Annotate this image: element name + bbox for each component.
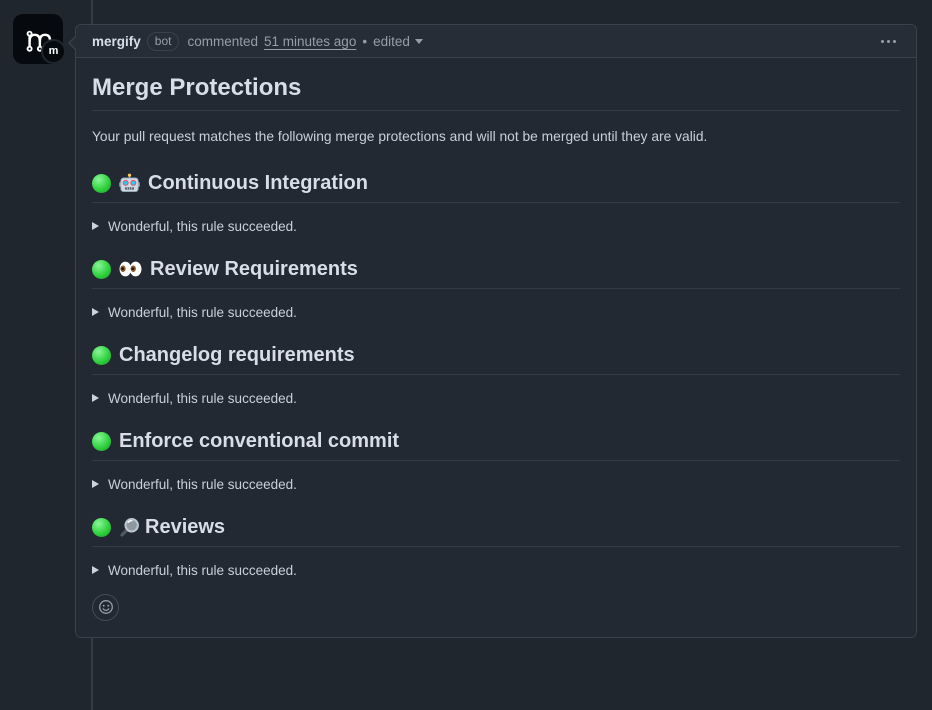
rule-details: Wonderful, this rule succeeded. [92,219,900,234]
page-title: Merge Protections [92,74,900,111]
rule-heading: Review Requirements [92,258,900,289]
rule-details: Wonderful, this rule succeeded. [92,391,900,406]
rule-details-summary[interactable]: Wonderful, this rule succeeded. [92,391,297,406]
rule-title: Enforce conventional commit [119,430,399,453]
kebab-menu-button[interactable] [877,34,900,49]
timestamp-link[interactable]: 51 minutes ago [264,34,356,49]
reactions-bar [92,594,900,621]
rule-title: Reviews [145,516,225,539]
rule-details-summary[interactable]: Wonderful, this rule succeeded. [92,477,297,492]
rule-section-reviews: Reviews Wonderful, this rule succeeded. [92,516,900,578]
bot-badge-avatar[interactable]: m [41,39,66,64]
rule-details: Wonderful, this rule succeeded. [92,477,900,492]
rule-summary-text: Wonderful, this rule succeeded. [108,219,297,234]
collapsed-triangle-icon [92,480,99,488]
rule-details: Wonderful, this rule succeeded. [92,305,900,320]
rule-heading: Continuous Integration [92,172,900,203]
rule-section-changelog-requirements: Changelog requirements Wonderful, this r… [92,344,900,406]
rule-details-summary[interactable]: Wonderful, this rule succeeded. [92,305,297,320]
magnifying-glass-emoji [119,517,140,538]
eyes-emoji [119,261,142,277]
smiley-icon [98,599,114,615]
collapsed-triangle-icon [92,566,99,574]
rule-heading: Reviews [92,516,900,547]
rule-details-summary[interactable]: Wonderful, this rule succeeded. [92,219,297,234]
bot-badge-letter: m [49,46,59,57]
rule-summary-text: Wonderful, this rule succeeded. [108,391,297,406]
rule-heading: Changelog requirements [92,344,900,375]
robot-emoji [119,173,140,194]
rule-title: Review Requirements [150,258,358,281]
intro-text: Your pull request matches the following … [92,127,900,148]
rule-details-summary[interactable]: Wonderful, this rule succeeded. [92,563,297,578]
rule-summary-text: Wonderful, this rule succeeded. [108,477,297,492]
dot-separator: • [362,34,367,49]
rule-title: Changelog requirements [119,344,355,367]
chevron-down-icon [415,39,423,44]
comment-body: Merge Protections Your pull request matc… [76,58,916,637]
rule-details: Wonderful, this rule succeeded. [92,563,900,578]
comment-card: mergify bot commented 51 minutes ago • e… [75,24,917,638]
rule-summary-text: Wonderful, this rule succeeded. [108,305,297,320]
rule-section-continuous-integration: Continuous Integration Wonderful, this r… [92,172,900,234]
rule-summary-text: Wonderful, this rule succeeded. [108,563,297,578]
green-circle-emoji [92,260,111,279]
collapsed-triangle-icon [92,308,99,316]
collapsed-triangle-icon [92,222,99,230]
author-link[interactable]: mergify [92,34,141,49]
action-label: commented [187,34,258,49]
green-circle-emoji [92,518,111,537]
rule-section-review-requirements: Review Requirements Wonderful, this rule… [92,258,900,320]
green-circle-emoji [92,346,111,365]
green-circle-emoji [92,174,111,193]
rule-section-enforce-conventional-commit: Enforce conventional commit Wonderful, t… [92,430,900,492]
rule-title: Continuous Integration [148,172,368,195]
edited-label: edited [373,34,410,49]
bot-badge: bot [147,32,180,51]
add-reaction-button[interactable] [92,594,119,621]
comment-header: mergify bot commented 51 minutes ago • e… [76,25,916,58]
collapsed-triangle-icon [92,394,99,402]
green-circle-emoji [92,432,111,451]
edited-dropdown[interactable]: edited [373,34,423,49]
rule-heading: Enforce conventional commit [92,430,900,461]
